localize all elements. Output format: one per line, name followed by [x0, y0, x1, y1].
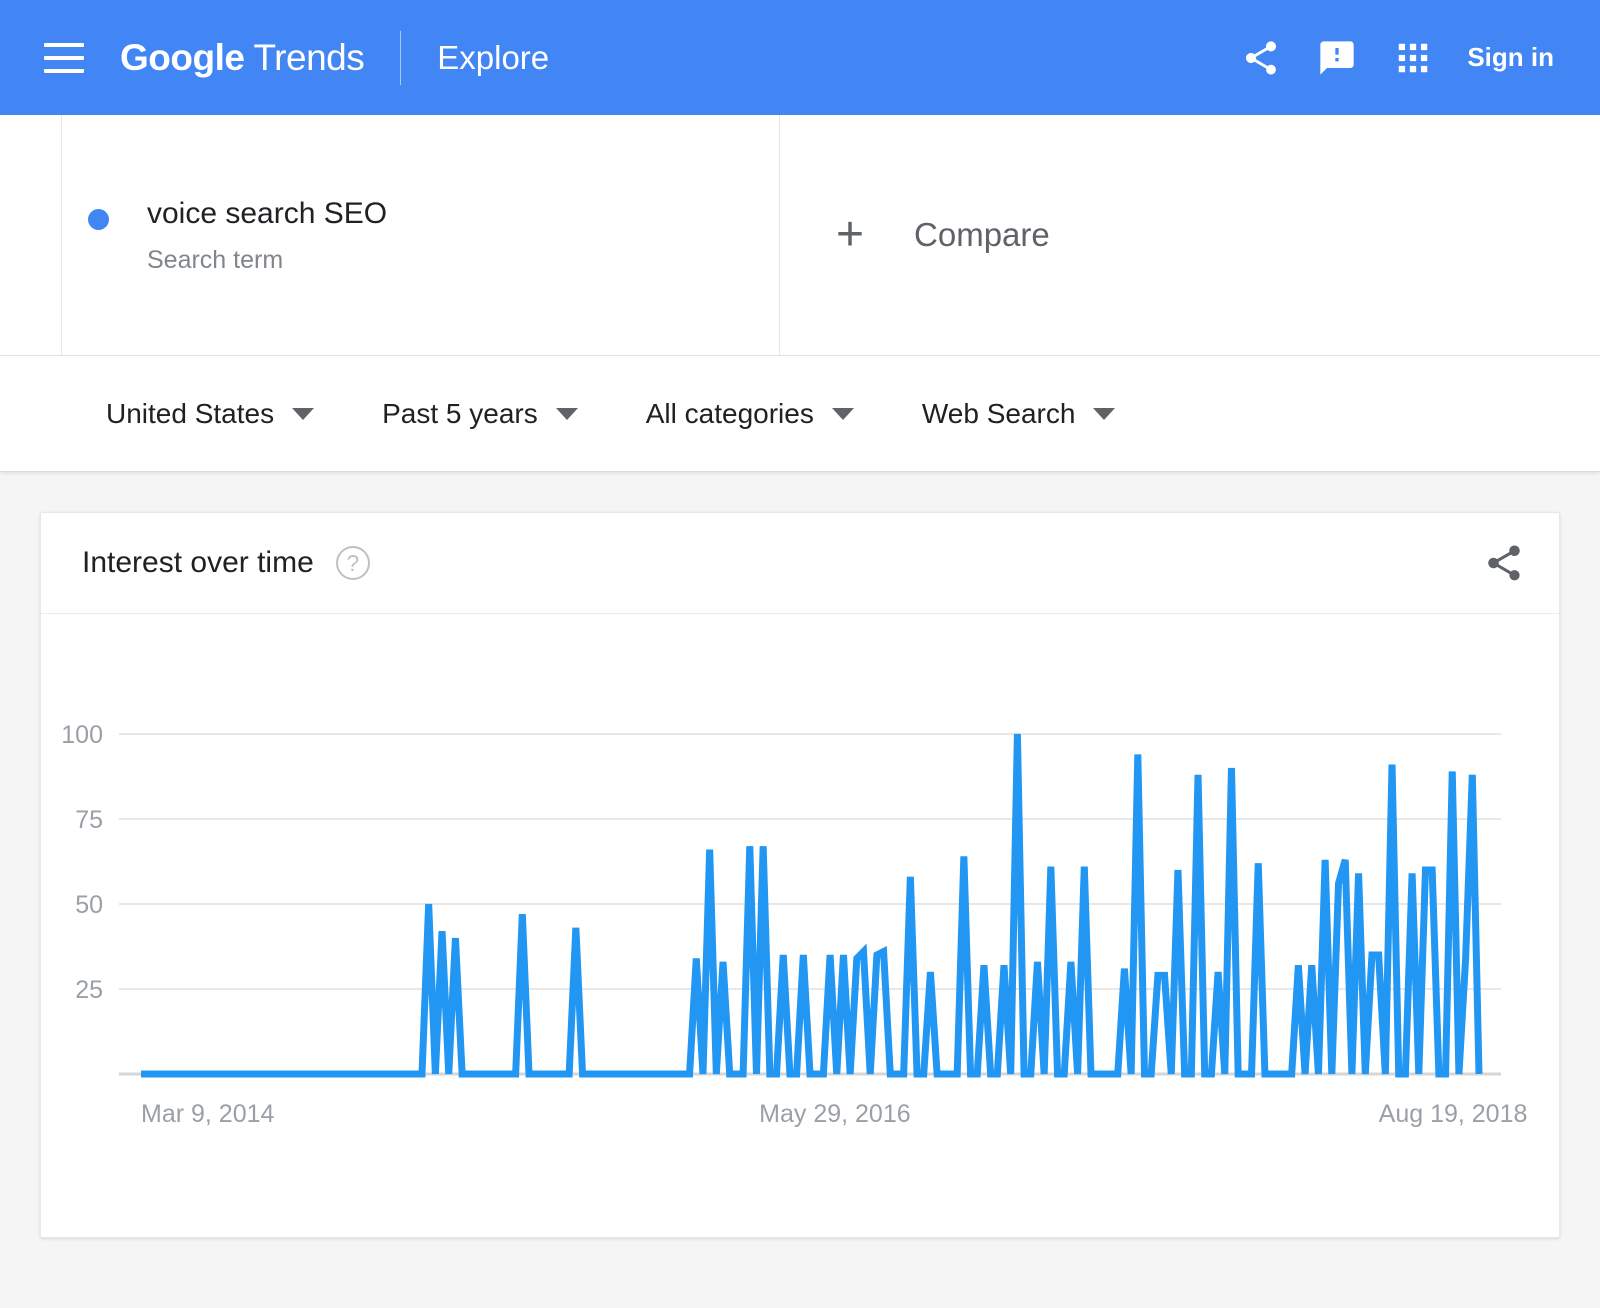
y-axis-tick-label: 50	[75, 891, 103, 919]
app-bar: Google Trends Explore Sign in	[0, 0, 1600, 115]
search-term-text-group: voice search SEO Search term	[147, 195, 387, 276]
series-color-dot	[88, 208, 109, 230]
help-question-icon[interactable]: ?	[335, 546, 370, 580]
filter-location[interactable]: United States	[106, 397, 315, 430]
chevron-down-icon	[555, 407, 578, 420]
x-axis-tick-label: Mar 9, 2014	[141, 1100, 275, 1128]
chart-container[interactable]: 25 50 75 100 Mar 9, 2014 May 29, 2016 Aug 19, …	[41, 614, 1559, 1234]
filter-time-range-label: Past 5 years	[382, 397, 538, 429]
feedback-icon	[1320, 40, 1354, 75]
google-trends-logo[interactable]: Google Trends	[120, 36, 365, 79]
share-icon	[1488, 545, 1520, 581]
search-term-row: voice search SEO Search term + Compare	[0, 115, 1600, 356]
chevron-down-icon	[292, 407, 315, 420]
apps-grid-icon	[1399, 43, 1428, 72]
share-icon	[1246, 40, 1277, 75]
interest-over-time-card: Interest over time ? 25 50 75 100 Mar 9, 201…	[40, 512, 1560, 1238]
x-axis-tick-label: May 29, 2016	[759, 1100, 911, 1128]
sign-in-button[interactable]: Sign in	[1467, 42, 1554, 73]
filter-search-type-label: Web Search	[921, 397, 1076, 429]
y-axis-tick-label: 100	[61, 721, 103, 749]
x-axis-tick-label: Aug 19, 2018	[1379, 1100, 1528, 1128]
compare-label: Compare	[914, 216, 1050, 253]
search-term-inner: voice search SEO Search term	[88, 195, 387, 276]
feedback-button[interactable]	[1299, 20, 1375, 96]
content-area: Interest over time ? 25 50 75 100 Mar 9, 201…	[0, 472, 1600, 1238]
y-axis-tick-label: 75	[75, 806, 103, 834]
filter-bar: United States Past 5 years All categorie…	[0, 356, 1600, 472]
card-header: Interest over time ?	[41, 513, 1559, 614]
add-compare-button[interactable]: + Compare	[780, 115, 1600, 355]
brand-google: Google	[120, 36, 245, 78]
appbar-actions: Sign in	[1223, 20, 1560, 96]
page-title: Interest over time	[82, 546, 314, 579]
card-share-button[interactable]	[1483, 542, 1525, 584]
explore-title[interactable]: Explore	[437, 39, 549, 77]
y-axis-tick-label: 25	[75, 976, 103, 1004]
search-term-type: Search term	[147, 246, 284, 275]
chevron-down-icon	[831, 407, 854, 420]
filter-location-label: United States	[106, 397, 275, 429]
filter-search-type[interactable]: Web Search	[922, 398, 1116, 430]
interest-over-time-chart[interactable]: 25 50 75 100 Mar 9, 2014 May 29, 2016 Aug 19, …	[41, 614, 1557, 1234]
hamburger-menu-icon[interactable]	[44, 42, 84, 73]
plus-icon: +	[836, 208, 865, 261]
search-term-card[interactable]: voice search SEO Search term	[61, 115, 780, 355]
brand-trends: Trends	[253, 36, 365, 78]
google-apps-button[interactable]	[1375, 20, 1451, 96]
search-term-value: voice search SEO	[147, 196, 388, 230]
filter-category[interactable]: All categories	[646, 398, 854, 430]
filter-time-range[interactable]: Past 5 years	[382, 398, 578, 430]
share-button[interactable]	[1223, 20, 1299, 96]
appbar-divider	[400, 30, 402, 85]
chevron-down-icon	[1093, 407, 1116, 420]
filter-category-label: All categories	[645, 397, 814, 429]
